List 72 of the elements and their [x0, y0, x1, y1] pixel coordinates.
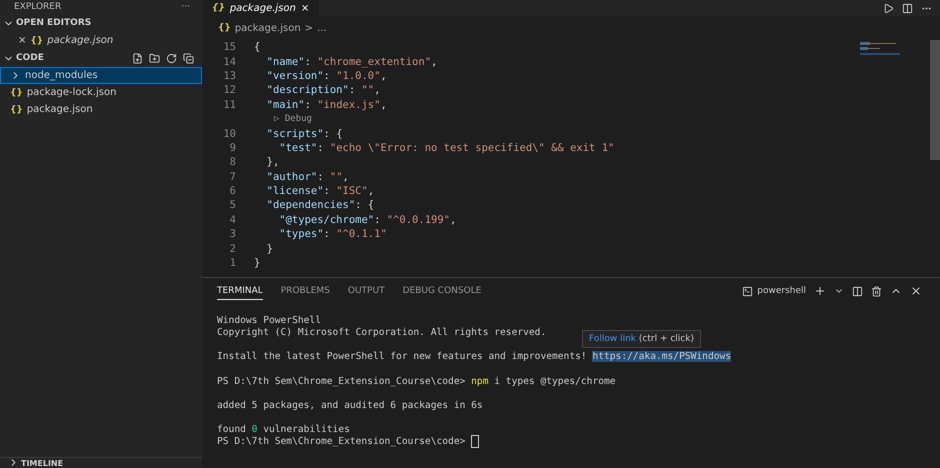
more-actions[interactable]: ···: [181, 2, 190, 12]
json-file-icon: {}: [30, 36, 44, 46]
code-line: 1 }: [228, 256, 260, 270]
collapse-icon[interactable]: [183, 52, 194, 64]
close-button[interactable]: ×: [300, 2, 310, 14]
minimap-drawing: [860, 42, 900, 56]
code-line: 5 "dependencies": {: [228, 198, 374, 213]
close-icon[interactable]: [910, 285, 922, 297]
close-button[interactable]: ×: [18, 35, 26, 46]
terminal-text: Windows PowerShell: [217, 314, 321, 326]
file-name: package-lock.json: [26, 87, 116, 98]
new-folder-icon[interactable]: [149, 52, 160, 64]
terminal-text: npm: [471, 376, 488, 387]
breadcrumb-item[interactable]: package.json: [234, 22, 301, 34]
open-editor-item[interactable]: × {} package.json: [0, 32, 202, 49]
code-line: 15 {: [222, 40, 260, 54]
terminal-link[interactable]: https://aka.ms/PSWindows: [592, 351, 732, 362]
terminal-text: added 5 packages, and audited 6 packages in 6s: [217, 400, 483, 411]
panel-tab[interactable]: DEBUG CONSOLE: [402, 282, 482, 300]
code-line: 13 "version": "1.0.0",: [222, 68, 387, 84]
terminal-text: 0: [252, 424, 258, 436]
split-editor-icon[interactable]: [902, 2, 913, 14]
panel-tab[interactable]: TERMINAL: [217, 282, 263, 300]
terminal-text: PS D:\7th Sem\Chrome_Extension_Course\code>: [217, 376, 466, 387]
code-line: 4 "@types/chrome": "^0.0.199",: [228, 212, 456, 228]
section-header[interactable]: CODE: [0, 49, 202, 67]
breadcrumb-separator: >: [304, 22, 314, 34]
section-header[interactable]: OPEN EDITORS: [0, 14, 202, 32]
file-name: node_modules: [25, 70, 98, 81]
terminal-text: found: [217, 424, 247, 436]
terminal-selector[interactable]: powershell: [742, 286, 806, 296]
trash-icon[interactable]: [871, 286, 882, 296]
code-line: 12 "description": "",: [222, 83, 380, 98]
terminal-text: Copyright (C) Microsoft Corporation. All rights reserved.: [217, 326, 546, 338]
json-file-icon: {}: [212, 3, 225, 13]
code-line: 10 "scripts": {: [222, 126, 343, 141]
code-line: 7 "author": "",: [228, 170, 349, 184]
file-name: package.json: [26, 104, 93, 115]
code-line: 8 },: [228, 155, 280, 170]
code-line: 6 "license": "ISC",: [228, 184, 374, 198]
file-name: package.json: [47, 35, 114, 46]
breadcrumb-item[interactable]: ...: [317, 22, 327, 34]
tree-item[interactable]: {} package-lock.json: [0, 84, 202, 101]
folder-title: CODE: [16, 53, 44, 63]
tree-item[interactable]: {} package.json: [0, 101, 202, 118]
code-line: 11 "main": "index.js",: [222, 98, 387, 112]
terminal-icon: [742, 286, 754, 296]
terminal-text: vulnerabilities: [262, 424, 350, 436]
code-line: 3 "types": "^0.1.1": [228, 227, 387, 242]
new-file-icon[interactable]: [132, 52, 143, 64]
editor-tab[interactable]: {} package.json ×: [202, 0, 320, 16]
terminal-text: Install the latest PowerShell for new features and improvements!: [217, 351, 588, 362]
panel-tab[interactable]: OUTPUT: [348, 282, 385, 300]
terminal-text: i types @types/chrome: [493, 376, 616, 387]
json-file-icon: {}: [218, 23, 231, 33]
sidebar-title: EXPLORER: [14, 2, 62, 12]
split-terminal-icon[interactable]: [852, 286, 863, 296]
tree-item[interactable]: node_modules: [0, 67, 202, 84]
json-file-icon: {}: [10, 88, 23, 98]
section-header[interactable]: TIMELINE: [0, 457, 202, 468]
refresh-icon[interactable]: [166, 52, 177, 64]
code-line: 14 "name": "chrome_extention",: [222, 54, 438, 69]
add-terminal-icon[interactable]: [814, 285, 826, 297]
json-file-icon: {}: [10, 104, 23, 114]
code-line: 2 }: [228, 242, 273, 256]
debug-codelens[interactable]: ▷ Debug: [274, 112, 312, 126]
panel-tab[interactable]: PROBLEMS: [280, 282, 330, 300]
terminal-cursor: [471, 435, 480, 448]
code-line: 9 "test": "echo \"Error: no test specified\" && exit 1": [228, 140, 614, 156]
run-icon[interactable]: [883, 2, 894, 14]
link-tooltip: Follow link (ctrl + click): [582, 330, 701, 348]
terminal-text: PS D:\7th Sem\Chrome_Extension_Course\code>: [217, 436, 466, 448]
